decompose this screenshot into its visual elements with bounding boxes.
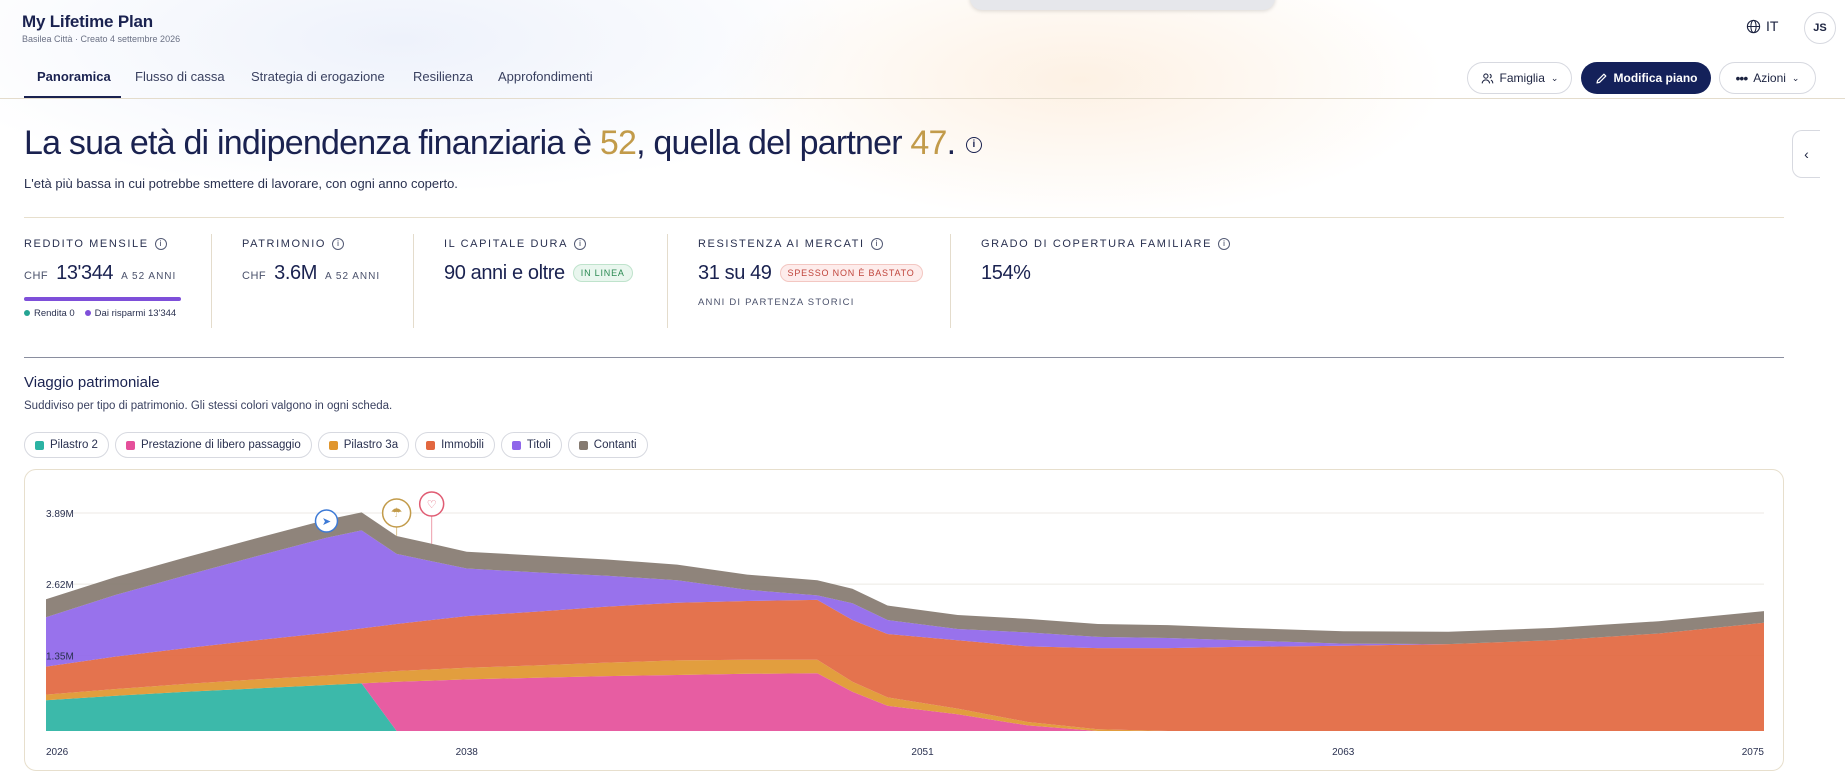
status-badge: IN LINEA [572, 264, 633, 282]
kpi-market-resilience: RESISTENZA AI MERCATI i 31 su 49 SPESSO N… [698, 238, 923, 308]
fi-age-self: 52 [599, 124, 637, 162]
tab-strategia-di-erogazione[interactable]: Strategia di erogazione [251, 69, 385, 84]
info-icon[interactable]: i [332, 238, 345, 250]
chip-titoli[interactable]: Titoli [500, 432, 562, 458]
x-tick-label: 2075 [1742, 747, 1765, 758]
heart-icon: ♡ [427, 498, 437, 511]
info-icon[interactable]: i [154, 238, 167, 250]
kpi-label: IL CAPITALE DURA [444, 238, 569, 250]
fi-age-partner: 47 [910, 124, 947, 162]
x-tick-label: 2038 [456, 747, 479, 758]
chip-pilastro-3a[interactable]: Pilastro 3a [317, 432, 410, 458]
kpi-divider [413, 234, 414, 328]
family-button[interactable]: Famiglia ⌄ [1467, 62, 1572, 94]
kpi-wealth: PATRIMONIO i CHF 3.6M A 52 ANNI [242, 238, 380, 285]
kpi-qualifier: A 52 ANNI [324, 271, 381, 282]
x-tick-label: 2051 [911, 747, 934, 758]
title-prefix: La sua età di indipendenza finanziaria è [24, 124, 600, 162]
tab-panoramica[interactable]: Panoramica [37, 69, 111, 84]
avatar[interactable]: JS [1804, 12, 1836, 44]
x-tick-label: 2063 [1332, 747, 1355, 758]
chevron-down-icon: ⌄ [1550, 72, 1559, 83]
income-split-bar [24, 297, 181, 301]
kpi-label: REDDITO MENSILE [24, 238, 149, 250]
section-title: Viaggio patrimoniale [24, 374, 160, 391]
divider [24, 217, 1784, 218]
chevron-left-icon: ‹ [1804, 146, 1809, 162]
umbrella-icon: ☂ [391, 506, 403, 521]
kpi-divider [211, 234, 212, 328]
legend-item-pension: Rendita 0 [24, 308, 75, 319]
kpi-label: RESISTENZA AI MERCATI [698, 238, 865, 250]
kpi-label: GRADO DI COPERTURA FAMILIARE [981, 238, 1213, 250]
actions-button[interactable]: ••• Azioni ⌄ [1719, 62, 1816, 94]
page-title: La sua età di indipendenza finanziaria è… [24, 124, 982, 163]
chevron-down-icon: ⌄ [1791, 72, 1800, 83]
edit-plan-button[interactable]: Modifica piano [1581, 62, 1711, 94]
income-legend: Rendita 0 Dai risparmi 13'344 [24, 308, 181, 319]
tab-flusso-di-cassa[interactable]: Flusso di cassa [135, 69, 225, 84]
edit-plan-label: Modifica piano [1613, 71, 1698, 85]
chart-canvas: 1.35M 2.62M 3.89M 2026 2038 2051 2063 2075 ➤ ☂ ♡ [46, 491, 1765, 758]
legend-item-savings: Dai risparmi 13'344 [84, 308, 176, 319]
kpi-value: 3.6M [274, 262, 317, 284]
chip-libero-passaggio[interactable]: Prestazione di libero passaggio [114, 432, 312, 458]
divider [24, 357, 1784, 358]
app-subtitle: Basilea Città · Creato 4 settembre 2026 [22, 34, 181, 44]
actions-button-label: Azioni [1753, 71, 1786, 85]
kpi-value: 13'344 [56, 262, 114, 284]
y-tick-label: 3.89M [46, 509, 74, 520]
page-subtitle: L'età più bassa in cui potrebbe smettere… [24, 176, 458, 191]
asset-legend-chips: Pilastro 2 Prestazione di libero passagg… [24, 432, 648, 458]
kpi-divider [950, 234, 951, 328]
kpi-qualifier: A 52 ANNI [121, 271, 177, 282]
floating-command-bar[interactable] [970, 0, 1275, 10]
kpi-value: 31 su 49 [698, 262, 772, 284]
kpi-label: PATRIMONIO [242, 238, 327, 250]
top-bar: My Lifetime Plan Basilea Città · Creato … [0, 0, 1845, 58]
chip-contanti[interactable]: Contanti [567, 432, 648, 458]
y-tick-label: 1.35M [46, 651, 74, 662]
kpi-capital-duration: IL CAPITALE DURA i 90 anni e oltre IN LIN… [444, 238, 633, 285]
wealth-journey-chart: 1.35M 2.62M 3.89M 2026 2038 2051 2063 2075 ➤ ☂ ♡ [24, 469, 1784, 771]
currency: CHF [24, 270, 49, 282]
info-icon[interactable]: i [965, 137, 982, 154]
tab-resilienza[interactable]: Resilienza [413, 69, 473, 84]
kpi-family-coverage: GRADO DI COPERTURA FAMILIARE i 154% [981, 238, 1231, 285]
kpi-note: ANNI DI PARTENZA STORICI [698, 297, 855, 308]
chip-pilastro-2[interactable]: Pilastro 2 [24, 432, 109, 458]
more-icon: ••• [1735, 70, 1749, 86]
y-tick-label: 2.62M [46, 580, 74, 591]
family-button-label: Famiglia [1499, 71, 1545, 85]
users-icon [1481, 72, 1493, 83]
chip-immobili[interactable]: Immobili [415, 432, 495, 458]
status-badge: SPESSO NON È BASTATO [779, 264, 923, 282]
collapse-panel-button[interactable]: ‹ [1792, 130, 1820, 178]
kpi-value: 90 anni e oltre [444, 262, 565, 284]
currency: CHF [242, 270, 267, 282]
kpi-monthly-income: REDDITO MENSILE i CHF 13'344 A 52 ANNI Re… [24, 238, 181, 319]
plane-icon: ➤ [322, 515, 331, 528]
pencil-icon [1595, 73, 1606, 84]
info-icon[interactable]: i [870, 238, 883, 250]
info-icon[interactable]: i [574, 238, 587, 250]
kpi-divider [667, 234, 668, 328]
title-middle: , quella del partner [636, 124, 911, 162]
app-title: My Lifetime Plan [22, 12, 153, 31]
x-tick-label: 2026 [46, 747, 69, 758]
title-suffix: . [946, 124, 956, 162]
section-subtitle: Suddiviso per tipo di patrimonio. Gli st… [24, 400, 393, 412]
globe-icon [1746, 19, 1761, 33]
language-label: IT [1766, 18, 1779, 34]
active-tab-indicator [24, 96, 121, 98]
kpi-value: 154% [981, 262, 1031, 284]
tab-approfondimenti[interactable]: Approfondimenti [498, 69, 593, 84]
language-switcher[interactable]: IT [1746, 18, 1778, 34]
page: My Lifetime Plan Basilea Città · Creato … [0, 0, 1845, 777]
info-icon[interactable]: i [1218, 238, 1231, 250]
